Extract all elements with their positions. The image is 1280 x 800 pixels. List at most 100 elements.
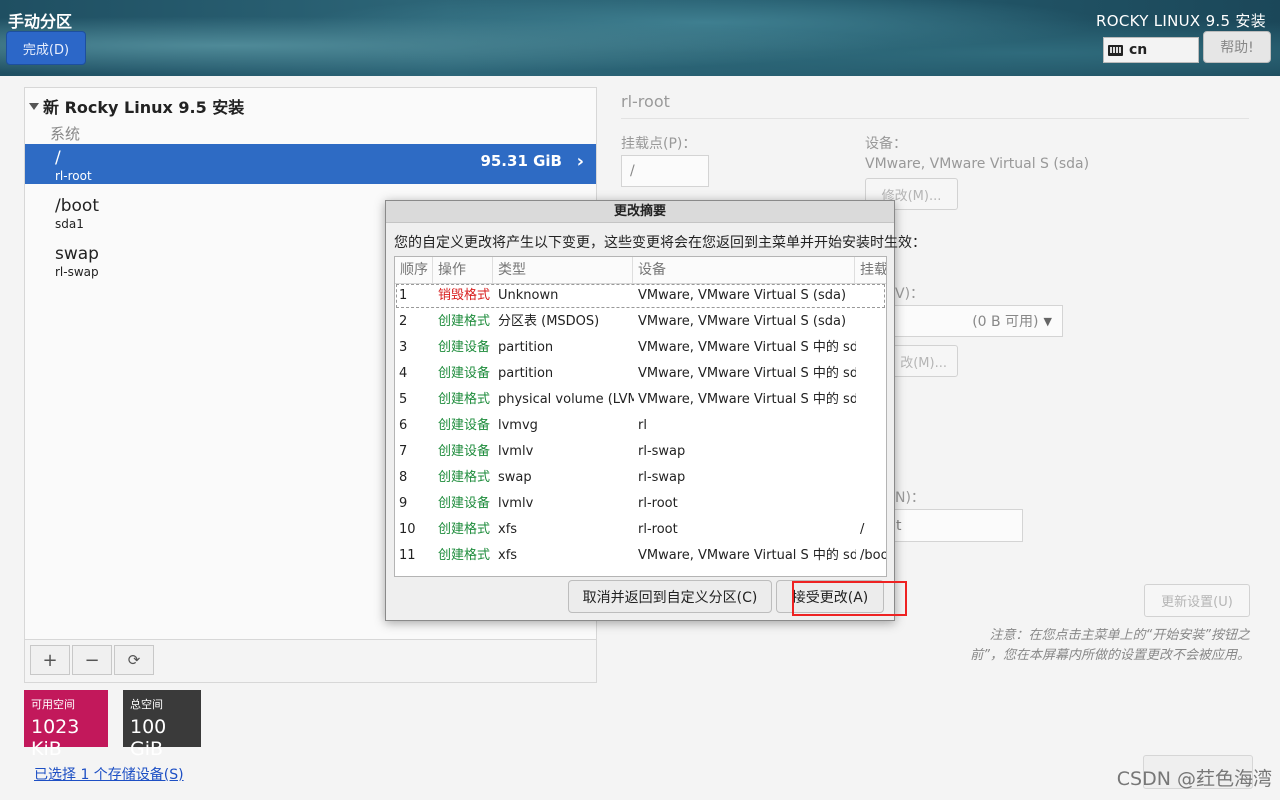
cell-type: Unknown <box>498 288 559 303</box>
cell-device: VMware, VMware Virtual S 中的 sda1 <box>638 340 856 355</box>
cell-action: 创建设备 <box>438 366 491 381</box>
cell-order: 2 <box>399 314 408 329</box>
cancel-return-button[interactable]: 取消并返回到自定义分区(C) <box>568 580 772 613</box>
storage-devices-link[interactable]: 已选择 1 个存储设备(S) <box>34 764 184 784</box>
refresh-button[interactable]: ⟳ <box>114 645 154 675</box>
table-row[interactable]: 1 销毁格式 Unknown VMware, VMware Virtual S (sd… <box>395 283 886 309</box>
cell-mount <box>860 439 886 465</box>
dialog-title: 更改摘要 <box>386 201 894 223</box>
column-header-order[interactable]: 顺序 <box>395 257 433 283</box>
product-title: ROCKY LINUX 9.5 安装 <box>1096 12 1266 30</box>
cell-mount <box>860 283 886 309</box>
cell-device: rl-swap <box>638 470 686 485</box>
table-row[interactable]: 10 创建格式 xfs rl-root / <box>395 517 886 543</box>
cell-type: lvmlv <box>498 444 534 459</box>
cell-type: xfs <box>498 522 518 537</box>
cell-mount <box>860 361 886 387</box>
cell-order: 9 <box>399 496 408 511</box>
cell-device: rl <box>638 418 647 433</box>
mount-name: swap <box>55 244 99 264</box>
screen-title: 手动分区 <box>8 12 73 31</box>
cell-mount: /boo <box>860 548 887 563</box>
keyboard-layout-indicator[interactable]: cn <box>1103 37 1199 63</box>
total-space-value: 100 GiB <box>130 716 167 760</box>
dialog-description: 您的自定义更改将产生以下变更，这些变更将会在您返回到主菜单并开始安装时生效： <box>394 235 926 251</box>
cell-type: lvmvg <box>498 418 538 433</box>
table-row[interactable]: 5 创建格式 physical volume (LVM) VMware, VMware… <box>395 387 886 413</box>
cell-type: lvmlv <box>498 496 534 511</box>
available-space-box: 可用空间 1023 KiB <box>24 690 108 760</box>
column-header-device[interactable]: 设备 <box>633 257 855 283</box>
summary-of-changes-dialog: 更改摘要 您的自定义更改将产生以下变更，这些变更将会在您返回到主菜单并开始安装时… <box>385 200 926 621</box>
cell-order: 3 <box>399 340 408 355</box>
column-header-mount[interactable]: 挂载 <box>855 257 886 283</box>
add-mount-button[interactable]: + <box>30 645 70 675</box>
cell-action: 销毁格式 <box>438 288 491 303</box>
mount-device: sda1 <box>55 217 84 231</box>
table-row[interactable]: 6 创建设备 lvmvg rl <box>395 413 886 439</box>
cell-device: rl-swap <box>638 444 686 459</box>
cell-mount <box>860 335 886 361</box>
note-text: 注意：在您点击主菜单上的“开始安装”按钮之前”，您在本屏幕内所做的设置更改不会被… <box>970 628 1250 663</box>
table-row[interactable]: 7 创建设备 lvmlv rl-swap <box>395 439 886 465</box>
remove-mount-button[interactable]: − <box>72 645 112 675</box>
cell-type: xfs <box>498 548 518 563</box>
cell-device: rl-root <box>638 496 678 511</box>
divider <box>621 118 1249 119</box>
section-label-system: 系统 <box>50 125 81 143</box>
changes-table: 顺序 操作 类型 设备 挂载 1 销毁格式 Unknown VMware, VMwar… <box>394 256 887 577</box>
cell-order: 10 <box>399 522 416 537</box>
cell-action: 创建设备 <box>438 444 491 459</box>
table-row[interactable]: 8 创建格式 swap rl-swap <box>395 465 886 491</box>
column-header-action[interactable]: 操作 <box>433 257 493 283</box>
table-row[interactable]: 3 创建设备 partition VMware, VMware Virtual S 中… <box>395 335 886 361</box>
table-row[interactable]: 4 创建设备 partition VMware, VMware Virtual S 中… <box>395 361 886 387</box>
installation-group[interactable]: 新 Rocky Linux 9.5 安装 <box>29 94 244 118</box>
cell-device: VMware, VMware Virtual S (sda) <box>638 288 847 303</box>
mount-point-field[interactable]: / <box>621 155 709 187</box>
device-label: 设备： <box>865 136 907 152</box>
mount-point-label: 挂载点(P)： <box>621 136 697 152</box>
installation-title: 新 Rocky Linux 9.5 安装 <box>43 98 245 117</box>
done-button[interactable]: 完成(D) <box>6 31 86 65</box>
help-button[interactable]: 帮助! <box>1203 31 1271 63</box>
volume-group-free: (0 B 可用) <box>972 314 1039 330</box>
cell-action: 创建格式 <box>438 470 491 485</box>
cell-device: VMware, VMware Virtual S 中的 sda2 <box>638 366 856 381</box>
cell-type: physical volume (LVM) <box>498 392 634 407</box>
cell-device: VMware, VMware Virtual S (sda) <box>638 314 847 329</box>
cell-action: 创建设备 <box>438 496 491 511</box>
table-row[interactable]: 2 创建格式 分区表 (MSDOS) VMware, VMware Virtual S… <box>395 309 886 335</box>
cell-device: rl-root <box>638 522 678 537</box>
table-header: 顺序 操作 类型 设备 挂载 <box>395 257 886 284</box>
cell-action: 创建格式 <box>438 392 491 407</box>
watermark: CSDN @荭色海湾 <box>1116 768 1272 790</box>
update-settings-button[interactable]: 更新设置(U) <box>1144 584 1250 617</box>
column-header-type[interactable]: 类型 <box>493 257 633 283</box>
total-space-box: 总空间 100 GiB <box>123 690 201 760</box>
detail-title: rl-root <box>621 92 670 111</box>
cell-mount <box>860 387 886 413</box>
cell-type: 分区表 (MSDOS) <box>498 314 600 329</box>
chevron-right-icon: › <box>576 151 584 172</box>
volume-group-label: V)： <box>895 286 925 302</box>
cell-device: VMware, VMware Virtual S 中的 sda2 <box>638 392 856 407</box>
cell-order: 4 <box>399 366 408 381</box>
cell-action: 创建格式 <box>438 314 491 329</box>
mount-name: /boot <box>55 196 99 216</box>
cell-mount <box>860 413 886 439</box>
cell-action: 创建格式 <box>438 522 491 537</box>
table-row[interactable]: 11 创建格式 xfs VMware, VMware Virtual S 中的 sda… <box>395 543 886 569</box>
mount-size: 95.31 GiB <box>480 152 562 170</box>
cell-mount <box>860 491 886 517</box>
mount-device: rl-swap <box>55 265 99 279</box>
cell-order: 7 <box>399 444 408 459</box>
table-row[interactable]: 9 创建设备 lvmlv rl-root <box>395 491 886 517</box>
expander-icon[interactable] <box>29 102 39 110</box>
keyboard-icon <box>1108 44 1123 56</box>
available-space-value: 1023 KiB <box>31 716 80 760</box>
mount-item-root[interactable]: / rl-root 95.31 GiB › <box>25 144 596 184</box>
highlight-box <box>792 581 907 616</box>
name-label: N)： <box>895 490 925 506</box>
cell-type: partition <box>498 366 554 381</box>
